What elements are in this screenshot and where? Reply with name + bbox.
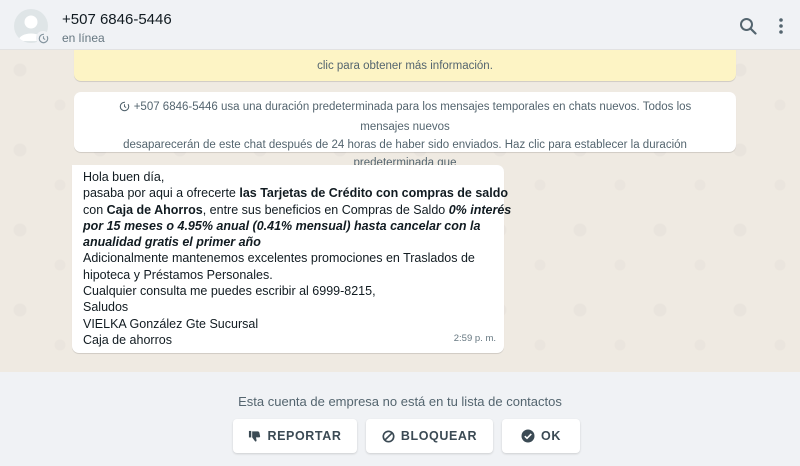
message-bold-italic-text: 0% interés (448, 202, 512, 217)
contact-name[interactable]: +507 6846-5446 (62, 11, 172, 28)
kebab-menu-icon[interactable] (778, 17, 784, 40)
message-line: Adicionalmente mantenemos excelentes pro… (83, 251, 475, 266)
unknown-business-panel: Esta cuenta de empresa no está en tu lis… (0, 372, 800, 466)
message-text: pasaba por aqui a ofrecerte (83, 186, 240, 201)
timer-icon (36, 31, 50, 45)
search-icon[interactable] (739, 17, 757, 40)
message-timestamp: 2:59 p. m. (453, 332, 496, 344)
check-circle-icon (521, 429, 535, 443)
incoming-message[interactable]: Hola buen día, pasaba por aqui a ofrecer… (72, 165, 511, 353)
message-line: Saludos (83, 300, 129, 315)
message-text: , entre sus beneficios en Compras de Sal… (202, 202, 449, 217)
contact-status: en línea (62, 31, 105, 45)
message-line: hipoteca y Préstamos Personales. (83, 267, 273, 282)
message-line: VIELKA González Gte Sucursal (83, 316, 259, 331)
block-icon (382, 429, 395, 443)
message-line: con Caja de Ahorros, entre sus beneficio… (83, 202, 511, 218)
report-button[interactable]: REPORTAR (233, 419, 357, 453)
business-notice-text: clic para obtener más información. (317, 60, 493, 72)
business-account-notice[interactable]: clic para obtener más información. (74, 50, 736, 81)
report-button-label: REPORTAR (267, 429, 342, 443)
thumbs-down-icon (249, 430, 261, 442)
timer-icon (119, 100, 130, 118)
message-bold-text: Caja de Ahorros (106, 202, 203, 217)
message-bold-italic-text: por 15 meses o 4.95% anual (0.41% mensua… (83, 218, 481, 233)
message-bold-italic-text: anualidad gratis el primer año (83, 235, 261, 250)
message-line: Hola buen día, (83, 170, 165, 184)
block-button-label: BLOQUEAR (400, 429, 478, 443)
message-line: pasaba por aqui a ofrecerte las Tarjetas… (83, 185, 508, 201)
message-line: por 15 meses o 4.95% anual (0.41% mensua… (83, 218, 494, 234)
message-line: anualidad gratis el primer año (83, 234, 494, 250)
disappearing-messages-notice[interactable]: +507 6846-5446 usa una duración predeter… (74, 92, 736, 187)
chat-area[interactable]: clic para obtener más información. +507 … (0, 50, 800, 372)
message-line: Cualquier consulta me puedes escribir al… (83, 284, 376, 299)
notice-line: +507 6846-5446 usa una duración predeter… (133, 101, 692, 133)
ok-button-label: OK (541, 429, 561, 443)
message-line: Caja de ahorros (83, 332, 172, 347)
ok-button[interactable]: OK (502, 419, 580, 453)
message-bold-text: las Tarjetas de Crédito con compras de s… (239, 186, 508, 201)
block-button[interactable]: BLOQUEAR (366, 419, 493, 453)
chat-header: +507 6846-5446 en línea (0, 0, 800, 50)
not-in-contacts-message: Esta cuenta de empresa no está en tu lis… (238, 394, 562, 409)
message-text: con (83, 202, 107, 217)
